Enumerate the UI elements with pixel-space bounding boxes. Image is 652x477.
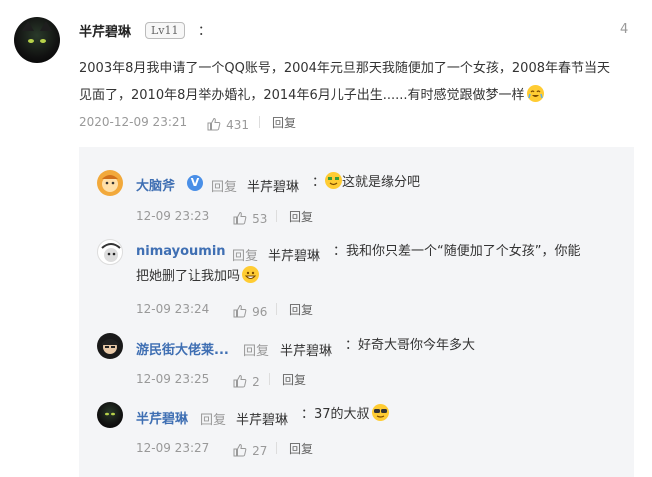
reply-time: 12-09 23:25 <box>136 372 210 386</box>
reply-body: 这就是缘分吧 <box>342 175 421 190</box>
comment-time: 2020-12-09 23:21 <box>79 115 188 129</box>
comment-text: 2003年8月我申请了一个QQ账号，2004年元旦那天我随便加了一个女孩，200… <box>79 55 619 109</box>
reply-username[interactable]: nimayoumin <box>136 244 226 259</box>
avatar[interactable] <box>97 239 123 265</box>
thumbs-up-icon <box>233 373 247 388</box>
like-button[interactable]: 96 <box>233 301 267 320</box>
reply-button[interactable]: 回复 <box>272 114 296 131</box>
thumbs-up-icon <box>233 210 247 225</box>
like-button[interactable]: 2 <box>233 371 260 390</box>
reply-button[interactable]: 回复 <box>289 208 313 225</box>
reply-time: 12-09 23:23 <box>136 209 210 223</box>
reply-time: 12-09 23:24 <box>136 302 210 316</box>
avatar[interactable] <box>97 333 123 359</box>
reply-target[interactable]: 半芹碧琳 <box>236 409 288 428</box>
reply-body: 37的大叔 <box>314 407 370 422</box>
like-count: 2 <box>252 375 260 389</box>
like-count: 53 <box>252 212 268 226</box>
reply-username[interactable]: 游民街大佬莱... <box>136 339 229 358</box>
like-count: 96 <box>252 305 268 319</box>
money-eyes-emoji-icon <box>325 172 343 189</box>
avatar[interactable] <box>14 17 60 63</box>
teary-laugh-emoji-icon <box>526 85 544 102</box>
reply-button[interactable]: 回复 <box>289 301 313 318</box>
reply-body-line2: 把她删了让我加吗 <box>136 269 241 284</box>
reply-time: 12-09 23:27 <box>136 441 210 455</box>
cat-ear-left <box>22 21 34 31</box>
cat-eye-left <box>28 39 34 43</box>
divider <box>259 116 260 128</box>
reply-target[interactable]: 半芹碧琳 <box>280 340 332 359</box>
reply-target[interactable]: 半芹碧琳 <box>247 176 299 195</box>
reply-text: ：37的大叔 <box>301 402 389 428</box>
cat-eye-right <box>40 39 46 43</box>
verified-badge: V <box>187 175 203 191</box>
avatar[interactable] <box>97 402 123 428</box>
like-count: 431 <box>226 118 249 132</box>
sunglasses-emoji-icon <box>371 404 389 421</box>
divider <box>269 373 270 385</box>
reply-word: 回复 <box>200 413 227 428</box>
floor-number: 4 <box>620 22 629 37</box>
grin-emoji-icon <box>242 266 260 283</box>
reply-username[interactable]: 大脑斧 <box>136 175 175 194</box>
thumbs-up-icon <box>207 116 221 131</box>
like-count: 27 <box>252 444 268 458</box>
divider <box>276 303 277 315</box>
divider <box>276 442 277 454</box>
reply-body: 好奇大哥你今年多大 <box>358 338 476 353</box>
reply-word: 回复 <box>232 249 259 264</box>
username-colon: ： <box>198 24 212 39</box>
reply-text-cont: 把她删了让我加吗 <box>136 264 260 290</box>
reply-word: 回复 <box>243 344 270 359</box>
like-button[interactable]: 27 <box>233 440 267 459</box>
like-button[interactable]: 431 <box>207 114 249 133</box>
reply-text: ：好奇大哥你今年多大 <box>345 333 475 359</box>
reply-text: ：我和你只差一个“随便加了个女孩”，你能 <box>333 239 581 265</box>
thumbs-up-icon <box>233 303 247 318</box>
reply-colon: ： <box>333 244 347 259</box>
reply-target[interactable]: 半芹碧琳 <box>268 245 320 264</box>
reply-body-line1: 我和你只差一个“随便加了个女孩”，你能 <box>346 244 581 259</box>
level-badge: Lv11 <box>145 22 185 39</box>
reply-colon: ： <box>301 407 315 422</box>
avatar[interactable] <box>97 170 123 196</box>
like-button[interactable]: 53 <box>233 208 267 227</box>
reply-username[interactable]: 半芹碧琳 <box>136 408 188 427</box>
comment-username[interactable]: 半芹碧琳 <box>79 21 131 40</box>
divider <box>276 210 277 222</box>
reply-colon: ： <box>345 338 359 353</box>
reply-button[interactable]: 回复 <box>282 371 306 388</box>
reply-button[interactable]: 回复 <box>289 440 313 457</box>
reply-word: 回复 <box>211 180 238 195</box>
reply-text: ： 这就是缘分吧 <box>312 170 420 196</box>
thumbs-up-icon <box>233 442 247 457</box>
cat-ear-right <box>40 21 52 31</box>
reply-colon: ： <box>312 175 326 190</box>
